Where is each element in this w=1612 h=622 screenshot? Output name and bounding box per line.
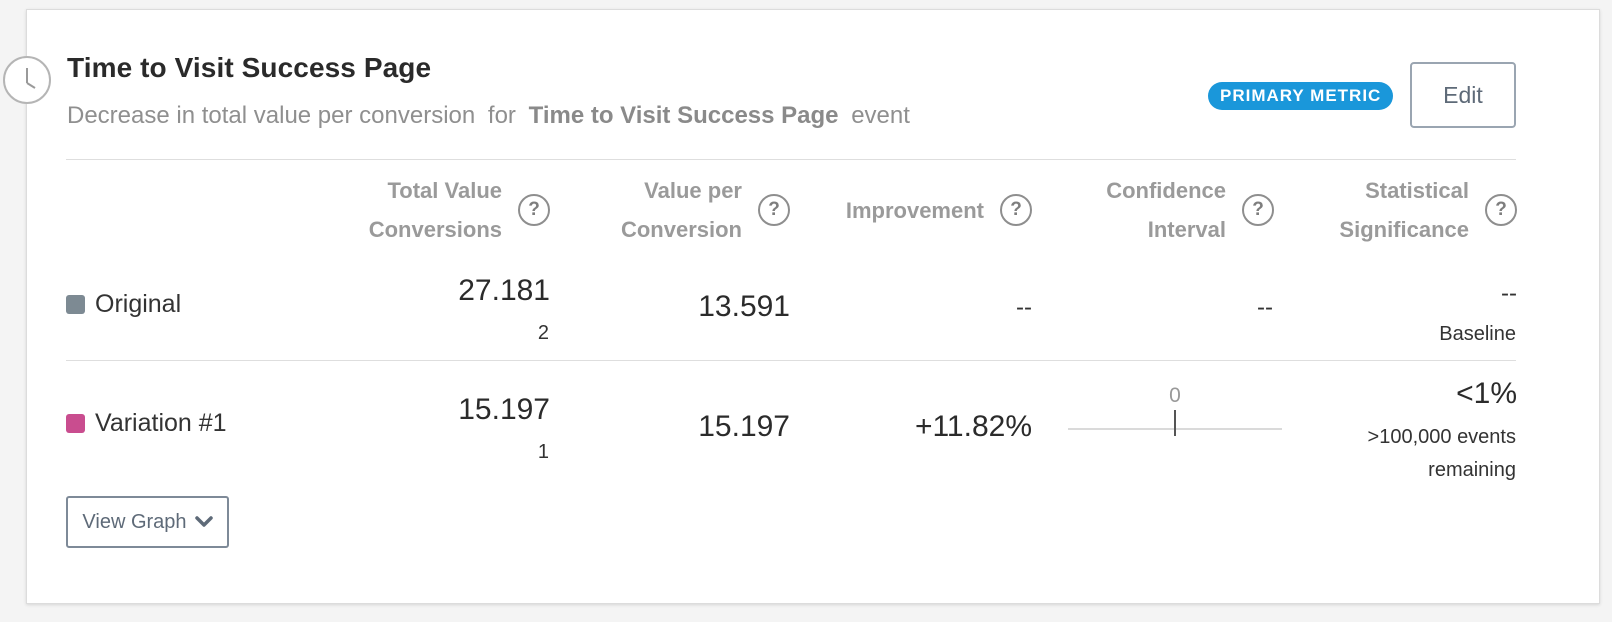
help-icon[interactable]: ?	[1000, 194, 1032, 226]
significance-note: Baseline	[1439, 323, 1516, 345]
metric-title: Time to Visit Success Page	[67, 52, 432, 83]
significance: --	[1501, 280, 1517, 307]
divider	[66, 159, 1516, 160]
improvement: --	[1016, 294, 1032, 321]
total-value: 27.181	[458, 274, 550, 307]
subtitle-for: for	[487, 102, 516, 129]
column-header-label: Statistical Significance	[1339, 178, 1469, 242]
variant-name: Variation #1	[95, 409, 227, 437]
primary-metric-badge: PRIMARY METRIC	[1208, 82, 1394, 110]
variant-color-swatch	[66, 414, 85, 433]
variant-original: Original	[66, 290, 181, 319]
edit-button[interactable]: Edit	[1410, 62, 1516, 128]
column-header-label: Confidence Interval	[1106, 178, 1226, 242]
view-graph-label: View Graph	[82, 510, 187, 533]
clock-icon	[3, 56, 51, 104]
value-per-conversion: 13.591	[698, 290, 790, 323]
view-graph-button[interactable]: View Graph	[66, 496, 229, 548]
row-divider	[66, 360, 1516, 361]
conversions: 2	[537, 322, 549, 344]
column-header-confidence-interval: Confidence Interval ?	[1072, 172, 1274, 248]
help-icon[interactable]: ?	[1242, 194, 1274, 226]
variant-variation-1: Variation #1	[66, 409, 227, 438]
subtitle-suffix: event	[851, 102, 910, 129]
variant-name: Original	[95, 290, 182, 318]
significance-note: remaining	[1428, 459, 1516, 481]
confidence-interval-bar: 0	[1068, 384, 1282, 444]
column-header-statistical-significance: Statistical Significance ?	[1300, 172, 1517, 248]
column-header-label: Value per Conversion	[620, 178, 742, 242]
conversions: 1	[537, 441, 549, 463]
help-icon[interactable]: ?	[758, 194, 790, 226]
help-icon[interactable]: ?	[518, 194, 550, 226]
significance-note: >100,000 events	[1367, 426, 1516, 448]
value-per-conversion: 15.197	[698, 410, 790, 443]
confidence-interval: --	[1257, 294, 1273, 321]
variant-color-swatch	[66, 295, 85, 314]
help-icon[interactable]: ?	[1485, 194, 1517, 226]
metric-subtitle: Decrease in total value per conversion f…	[67, 102, 910, 130]
ci-zero-tick	[1174, 410, 1176, 436]
subtitle-event: Time to Visit Success Page	[528, 102, 839, 129]
significance: <1%	[1456, 377, 1517, 410]
improvement: +11.82%	[914, 410, 1032, 443]
column-header-label: Improvement	[845, 197, 984, 223]
ci-zero-label: 0	[1169, 384, 1181, 407]
column-header-label: Total Value Conversions	[368, 178, 502, 242]
subtitle-prefix: Decrease in total value per conversion	[67, 102, 476, 129]
column-header-value-per-conversion: Value per Conversion ?	[590, 172, 790, 248]
column-header-improvement: Improvement ?	[820, 172, 1032, 248]
column-header-total-value: Total Value Conversions ?	[340, 172, 550, 248]
chevron-down-icon	[194, 511, 213, 534]
total-value: 15.197	[458, 393, 550, 426]
